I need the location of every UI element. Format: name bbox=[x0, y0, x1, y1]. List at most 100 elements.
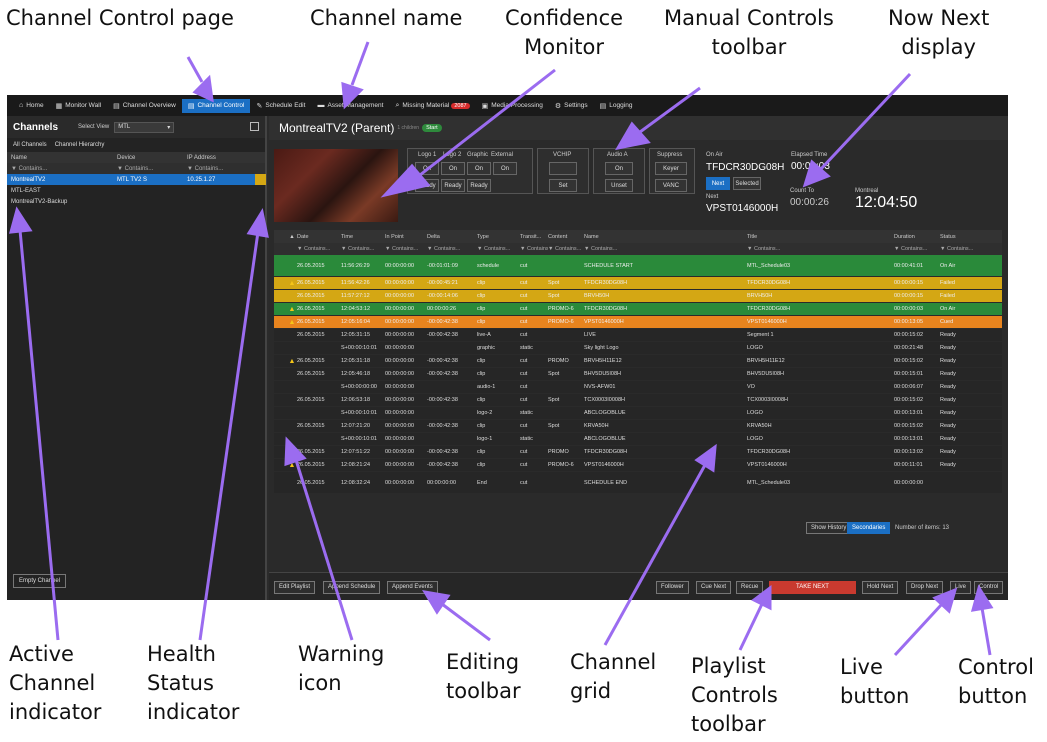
grid-col-filter[interactable]: ▼ Contains... bbox=[520, 246, 548, 252]
nav-monitor-wall[interactable]: ▦ Monitor Wall bbox=[50, 99, 108, 113]
external-on-button[interactable]: On bbox=[493, 162, 517, 175]
cue-next-button[interactable]: Cue Next bbox=[696, 581, 732, 594]
grid-row[interactable]: S+00:00:10:01 00:00:00:00 graphic static Sky… bbox=[274, 342, 1002, 355]
tab-channel-hierarchy[interactable]: Channel Hierarchy bbox=[55, 142, 105, 148]
vanc-button[interactable]: VANC bbox=[655, 179, 687, 192]
grid-cell: Cued bbox=[940, 319, 954, 325]
logo1-on-button[interactable]: On bbox=[415, 162, 439, 175]
channel-row[interactable]: MontrealTV2-Backup bbox=[7, 196, 265, 207]
grid-col-header[interactable]: Duration bbox=[894, 234, 940, 240]
take-next-button[interactable]: TAKE NEXT bbox=[769, 581, 856, 594]
grid-col-header[interactable]: Transit... bbox=[520, 234, 548, 240]
logo2-on-button[interactable]: On bbox=[441, 162, 465, 175]
expand-icon[interactable] bbox=[250, 122, 259, 131]
nav-media-processing[interactable]: ▣ Media Processing bbox=[476, 99, 549, 113]
nav-schedule-edit[interactable]: ✎ Schedule Edit bbox=[250, 99, 311, 113]
grid-row[interactable]: ▲ 26.05.2015 12:04:53:12 00:00:00:00 00:00:0… bbox=[274, 303, 1002, 316]
grid-cell: 26.05.2015 bbox=[297, 332, 325, 338]
append-events-button[interactable]: Append Events bbox=[387, 581, 438, 594]
live-button[interactable]: Live bbox=[950, 581, 972, 594]
grid-cell: 00:00:15:01 bbox=[894, 371, 924, 377]
selected-button[interactable]: Selected bbox=[733, 177, 761, 190]
next-button[interactable]: Next bbox=[706, 177, 730, 190]
nav-settings[interactable]: ⚙ Settings bbox=[549, 99, 594, 113]
grid-col-filter[interactable]: ▼ Contains... bbox=[548, 246, 584, 252]
filter-name[interactable]: ▼ Contains... bbox=[7, 166, 117, 172]
grid-col-header[interactable]: Name bbox=[584, 234, 747, 240]
control-button[interactable]: Control bbox=[974, 581, 1004, 594]
graphic-on-button[interactable]: On bbox=[467, 162, 491, 175]
grid-row[interactable]: 26.05.2015 12:05:46:18 00:00:00:00 -00:00:4… bbox=[274, 368, 1002, 381]
secondaries-button[interactable]: Secondaries bbox=[847, 522, 891, 534]
grid-col-filter[interactable]: ▼ Contains... bbox=[894, 246, 940, 252]
nav-logging[interactable]: ▤ Logging bbox=[594, 99, 639, 113]
nav-home[interactable]: ⌂ Home bbox=[13, 99, 50, 112]
grid-col-header[interactable]: Date bbox=[297, 234, 341, 240]
grid-row[interactable]: S+00:00:00:00 00:00:00:00 audio-1 cut NVS-AF… bbox=[274, 381, 1002, 394]
grid-row[interactable]: 26.05.2015 12:06:53:18 00:00:00:00 -00:00:4… bbox=[274, 394, 1002, 407]
nav-asset-management[interactable]: ▬ Asset Management bbox=[311, 99, 389, 112]
grid-col-header[interactable]: Title bbox=[747, 234, 894, 240]
grid-cell: 00:00:00:00 bbox=[385, 280, 415, 286]
grid-col-header[interactable]: Type bbox=[477, 234, 520, 240]
grid-col-header[interactable]: Delta bbox=[427, 234, 477, 240]
grid-cell: 00:00:00:15 bbox=[894, 280, 924, 286]
select-view-dropdown[interactable]: MTL bbox=[114, 121, 175, 133]
follower-button[interactable]: Follower bbox=[656, 581, 689, 594]
col-name-header[interactable]: Name bbox=[7, 155, 117, 161]
grid-row[interactable]: S+00:00:10:01 00:00:00:00 logo-1 static ABCL… bbox=[274, 433, 1002, 446]
logo2-ready-button[interactable]: Ready bbox=[441, 179, 465, 192]
grid-col-header[interactable]: Status bbox=[940, 234, 980, 240]
nav-missing-material[interactable]: ⌕ Missing Material 2087 bbox=[389, 99, 475, 113]
grid-row[interactable]: 26.05.2015 12:08:32:24 00:00:00:00 00:00:00… bbox=[274, 472, 1002, 494]
vchip-field[interactable] bbox=[549, 162, 577, 175]
edit-playlist-button[interactable]: Edit Playlist bbox=[274, 581, 316, 594]
active-channel-row[interactable]: MontrealTV2 MTL TV2 S 10.25.1.27 bbox=[7, 174, 266, 185]
hold-next-button[interactable]: Hold Next bbox=[862, 581, 899, 594]
append-schedule-button[interactable]: Append Schedule bbox=[323, 581, 381, 594]
logo1-ready-button[interactable]: Ready bbox=[415, 179, 439, 192]
recue-button[interactable]: Recue bbox=[736, 581, 764, 594]
grid-row[interactable]: 26.05.2015 12:07:21:20 00:00:00:00 -00:00:4… bbox=[274, 420, 1002, 433]
grid-row[interactable]: S+00:00:10:01 00:00:00:00 logo-2 static ABCL… bbox=[274, 407, 1002, 420]
grid-col-header[interactable]: ▲ bbox=[287, 234, 297, 240]
grid-row[interactable]: 26.05.2015 11:56:26:29 00:00:00:00 -00:01:0… bbox=[274, 255, 1002, 277]
tab-all-channels[interactable]: All Channels bbox=[13, 142, 47, 148]
drop-next-button[interactable]: Drop Next bbox=[906, 581, 944, 594]
grid-row[interactable]: 26.05.2015 11:57:27:12 00:00:00:00 -00:00:1… bbox=[274, 290, 1002, 303]
warning-icon: ▲ bbox=[288, 318, 296, 326]
grid-col-header[interactable]: Content bbox=[548, 234, 584, 240]
audio-on-button[interactable]: On bbox=[605, 162, 633, 175]
nav-channel-overview[interactable]: ▤ Channel Overview bbox=[107, 99, 182, 113]
grid-col-filter[interactable]: ▼ Contains... bbox=[584, 246, 747, 252]
grid-col-filter[interactable]: ▼ Contains... bbox=[297, 246, 341, 252]
col-ip-header[interactable]: IP Address bbox=[187, 155, 259, 161]
grid-cell: Spot bbox=[548, 397, 560, 403]
callout-channel-name: Channel name bbox=[310, 6, 463, 30]
grid-row[interactable]: 26.05.2015 12:05:31:15 00:00:00:00 -00:00:4… bbox=[274, 329, 1002, 342]
col-device-header[interactable]: Device bbox=[117, 155, 187, 161]
grid-col-filter[interactable]: ▼ Contains... bbox=[385, 246, 427, 252]
keyer-button[interactable]: Keyer bbox=[655, 162, 687, 175]
grid-col-header[interactable]: In Point bbox=[385, 234, 427, 240]
grid-col-filter[interactable]: ▼ Contains... bbox=[427, 246, 477, 252]
filter-ip[interactable]: ▼ Contains... bbox=[187, 166, 259, 172]
grid-row[interactable]: 26.05.2015 12:07:51:22 00:00:00:00 -00:00:4… bbox=[274, 446, 1002, 459]
grid-row[interactable]: ▲ 26.05.2015 12:08:21:24 00:00:00:00 -00:00:… bbox=[274, 459, 1002, 472]
grid-col-filter[interactable]: ▼ Contains... bbox=[940, 246, 980, 252]
nav-channel-control[interactable]: ▤ Channel Control bbox=[181, 98, 251, 113]
graphic-ready-button[interactable]: Ready bbox=[467, 179, 491, 192]
grid-row[interactable]: ▲ 26.05.2015 12:05:31:18 00:00:00:00 -00:00:… bbox=[274, 355, 1002, 368]
grid-col-filter[interactable]: ▼ Contains... bbox=[477, 246, 520, 252]
grid-col-filter[interactable]: ▼ Contains... bbox=[341, 246, 385, 252]
show-history-button[interactable]: Show History bbox=[806, 522, 852, 534]
audio-unset-button[interactable]: Unset bbox=[605, 179, 633, 192]
grid-col-filter[interactable]: ▼ Contains... bbox=[747, 246, 894, 252]
empty-channel-button[interactable]: Empty Channel bbox=[13, 574, 67, 588]
channel-row[interactable]: MTL-EAST bbox=[7, 185, 265, 196]
grid-row[interactable]: ▲ 26.05.2015 12:05:16:04 00:00:00:00 -00:00:… bbox=[274, 316, 1002, 329]
grid-row[interactable]: ▲ 26.05.2015 11:56:42:26 00:00:00:00 -00:00:… bbox=[274, 277, 1002, 290]
filter-device[interactable]: ▼ Contains... bbox=[117, 166, 187, 172]
grid-col-header[interactable]: Time bbox=[341, 234, 385, 240]
vchip-set-button[interactable]: Set bbox=[549, 179, 577, 192]
